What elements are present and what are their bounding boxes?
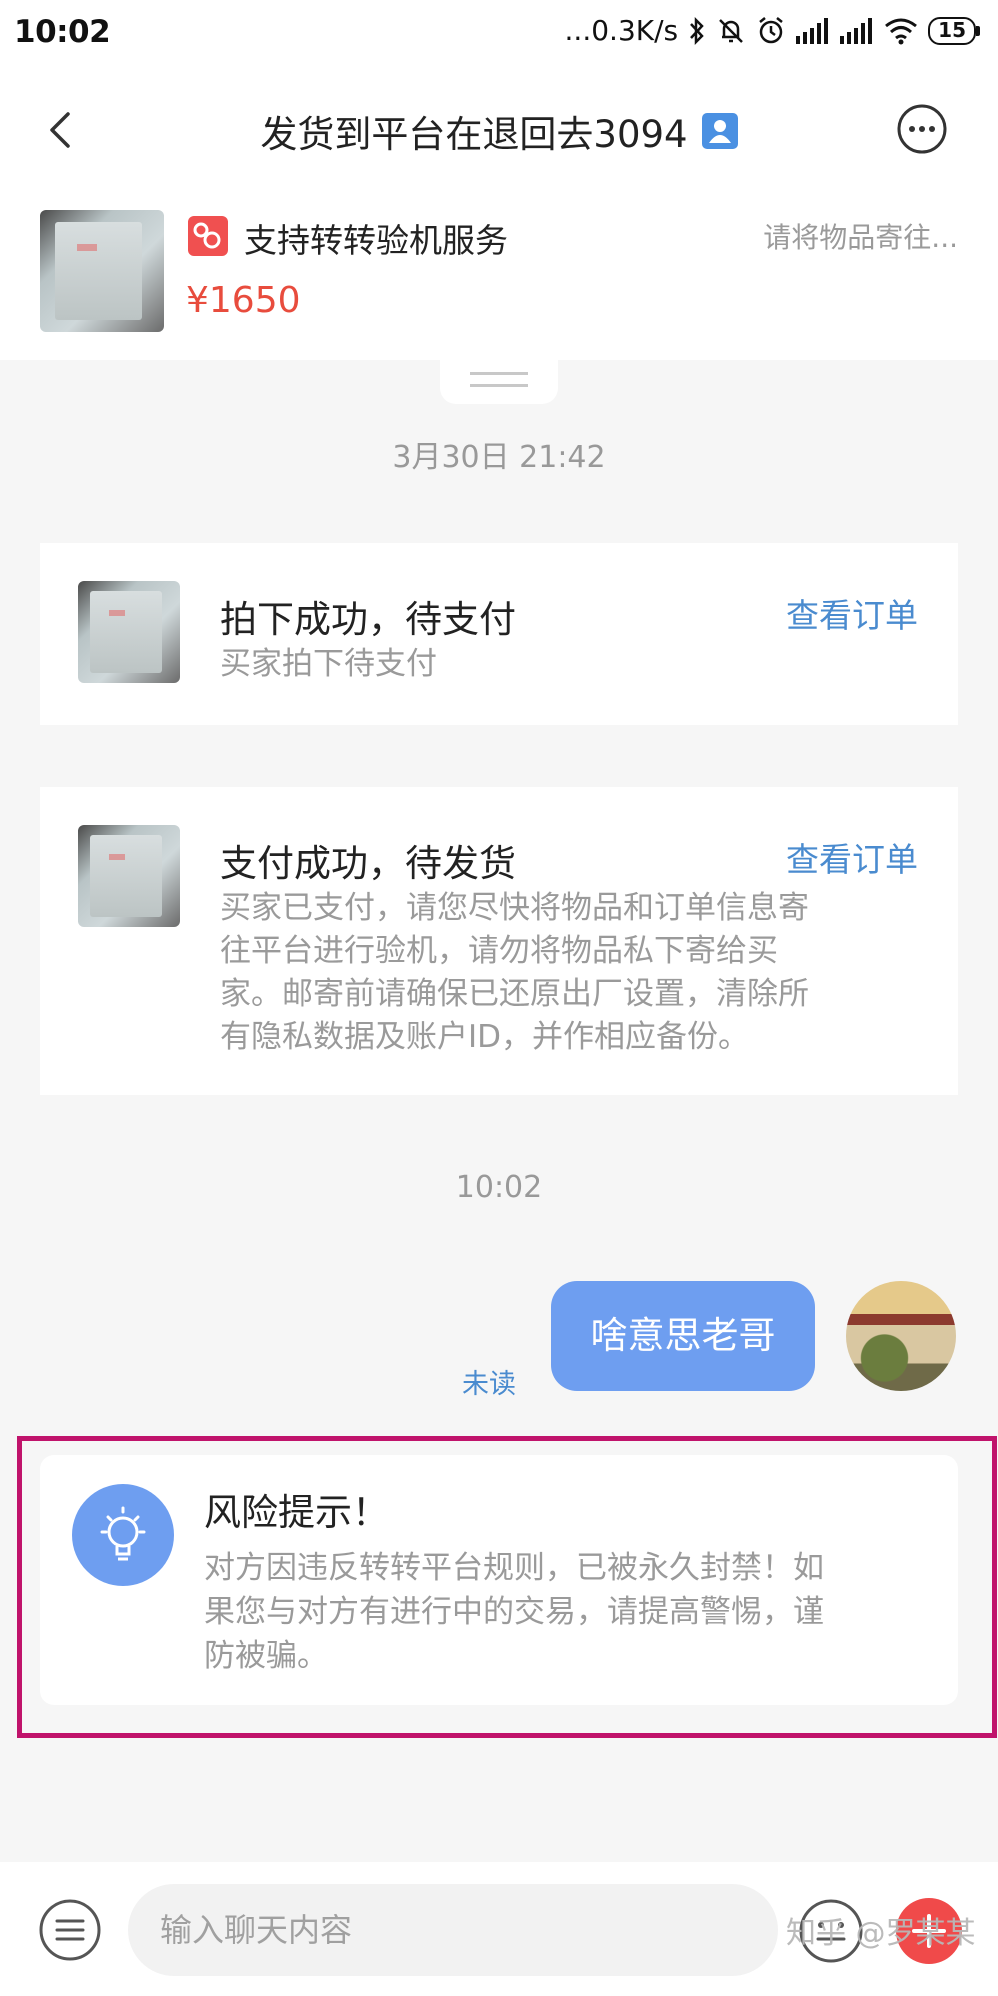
product-price: ¥1650 [186,280,301,321]
lightbulb-icon [72,1484,174,1586]
risk-line: 对方因违反转转平台规则，已被永久封禁！如 [204,1550,824,1586]
order-status-subtitle: 买家拍下待支付 [220,646,437,682]
menu-icon[interactable] [38,1898,102,1962]
order-thumbnail [78,581,180,683]
net-speed: ...0.3K/s [564,14,679,47]
order-thumbnail [78,825,180,927]
more-icon[interactable] [896,103,948,155]
risk-line: 防被骗。 [204,1638,328,1674]
watermark: 知乎 @罗某某 [786,1916,976,1951]
mute-icon [719,18,744,43]
status-bar: 10:02 ...0.3K/s 15 [0,0,998,72]
service-label: 支持转转验机服务 [244,221,508,260]
inspection-service-icon [188,216,228,256]
timestamp: 10:02 [455,1170,543,1205]
description-line: 有隐私数据及账户ID，并作相应备份。 [220,1019,750,1055]
ship-note[interactable]: 请将物品寄往... [763,216,958,256]
battery-level: 15 [928,16,976,45]
order-status-title: 拍下成功，待支付 [220,598,516,641]
order-status-description: 买家已支付，请您尽快将物品和订单信息寄 往平台进行验机，请勿将物品私下寄给买 家… [220,887,936,1059]
view-order-link[interactable]: 查看订单 [786,589,918,637]
risk-line: 果您与对方有进行中的交易，请提高警惕，谨 [204,1594,824,1630]
risk-title: 风险提示！ [204,1491,389,1534]
chat-title: 发货到平台在退回去3094 [260,113,688,156]
alarm-icon [759,16,783,43]
description-line: 买家已支付，请您尽快将物品和订单信息寄 [220,890,809,926]
avatar[interactable] [846,1281,956,1391]
signal-icon [840,17,873,44]
battery-icon: 15 [928,16,980,45]
nav-bar: 发货到平台在退回去3094 [0,72,998,190]
status-indicators: ...0.3K/s 15 [565,14,980,47]
status-time: 10:02 [14,14,111,50]
timestamp: 3月30日 21:42 [392,440,606,475]
bluetooth-icon [690,16,704,45]
order-card: 支付成功，待发货 买家已支付，请您尽快将物品和订单信息寄 往平台进行验机，请勿将… [40,787,958,1095]
description-line: 往平台进行验机，请勿将物品私下寄给买 [220,933,778,969]
message-bubble[interactable]: 啥意思老哥 [551,1281,815,1391]
drawer-handle[interactable] [440,360,558,404]
chat-input[interactable] [128,1884,778,1976]
signal-icon [796,17,829,44]
view-order-link[interactable]: 查看订单 [786,833,918,881]
read-status: 未读 [462,1369,516,1400]
wifi-icon [885,18,918,44]
contact-card-icon[interactable] [701,113,738,149]
risk-description: 对方因违反转转平台规则，已被永久封禁！如 果您与对方有进行中的交易，请提高警惕，… [204,1546,924,1678]
page-title: 发货到平台在退回去3094 [0,104,998,158]
order-card: 拍下成功，待支付 买家拍下待支付 查看订单 [40,543,958,725]
order-status-title: 支付成功，待发货 [220,842,516,885]
product-summary[interactable]: 支持转转验机服务 ¥1650 请将物品寄往... [0,190,998,360]
description-line: 家。邮寄前请确保已还原出厂设置，清除所 [220,976,809,1012]
product-image[interactable] [40,210,164,332]
